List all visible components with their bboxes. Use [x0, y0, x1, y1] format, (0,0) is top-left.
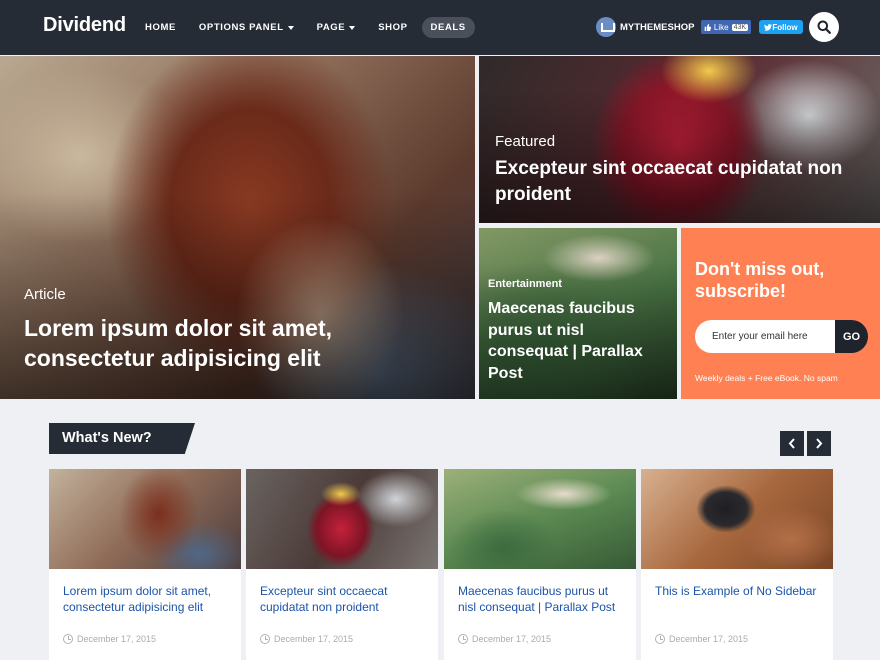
post-date-label: December 17, 2015	[274, 634, 354, 644]
nav-home-label: HOME	[145, 22, 176, 33]
hero-entertainment-text: Entertainment Maecenas faucibus purus ut…	[488, 278, 668, 384]
post-thumbnail[interactable]	[49, 469, 241, 569]
facebook-like-count: 43K	[731, 23, 749, 31]
mythemeshop-link[interactable]: MYTHEMESHOP	[596, 17, 694, 37]
post-card[interactable]: Maecenas faucibus purus ut nisl consequa…	[444, 469, 636, 660]
clock-icon	[458, 634, 468, 644]
main-nav: HOME OPTIONS PANEL PAGE SHOP DEALS	[136, 17, 480, 38]
post-thumbnail[interactable]	[641, 469, 833, 569]
subscribe-widget: Don't miss out, subscribe! Enter your em…	[681, 228, 880, 399]
hero-main-category[interactable]: Article	[24, 286, 354, 303]
caret-down-icon	[287, 25, 294, 30]
subscribe-title: Don't miss out, subscribe!	[695, 259, 825, 301]
site-logo[interactable]: Dividend	[43, 14, 126, 37]
chevron-right-icon	[816, 438, 823, 449]
carousel-prev-button[interactable]	[780, 431, 804, 456]
twitter-bird-icon	[764, 23, 773, 31]
post-title[interactable]: Excepteur sint occaecat cupidatat non pr…	[260, 583, 430, 615]
hero-main-text: Article Lorem ipsum dolor sit amet, cons…	[24, 286, 354, 373]
nav-options-panel-label: OPTIONS PANEL	[198, 22, 284, 33]
post-date: December 17, 2015	[260, 634, 353, 644]
nav-home[interactable]: HOME	[136, 17, 185, 38]
nav-shop-label: SHOP	[378, 22, 408, 33]
nav-page[interactable]: PAGE	[308, 17, 365, 38]
clock-icon	[260, 634, 270, 644]
nav-page-label: PAGE	[316, 22, 346, 33]
post-title[interactable]: This is Example of No Sidebar	[655, 583, 825, 599]
chevron-left-icon	[788, 438, 795, 449]
subscribe-note: Weekly deals + Free eBook. No spam	[695, 373, 838, 383]
clock-icon	[655, 634, 665, 644]
hero-main-article[interactable]: Article Lorem ipsum dolor sit amet, cons…	[0, 56, 475, 399]
nav-deals-label: DEALS	[430, 22, 466, 33]
nav-shop[interactable]: SHOP	[369, 17, 416, 38]
nav-options-panel[interactable]: OPTIONS PANEL	[190, 17, 303, 38]
subscribe-go-button[interactable]: GO	[835, 320, 868, 353]
twitter-follow-label: Follow	[772, 22, 798, 32]
hero-featured-article[interactable]: Featured Excepteur sint occaecat cupidat…	[479, 56, 880, 223]
post-date-label: December 17, 2015	[669, 634, 749, 644]
post-thumbnail[interactable]	[444, 469, 636, 569]
post-title[interactable]: Maecenas faucibus purus ut nisl consequa…	[458, 583, 628, 615]
hero-entertainment-article[interactable]: Entertainment Maecenas faucibus purus ut…	[479, 228, 677, 399]
caret-down-icon	[349, 25, 356, 30]
hero-entertainment-title[interactable]: Maecenas faucibus purus ut nisl consequa…	[488, 298, 668, 384]
nav-deals[interactable]: DEALS	[421, 17, 475, 38]
thumbs-up-icon	[704, 23, 711, 31]
post-date: December 17, 2015	[63, 634, 156, 644]
post-date-label: December 17, 2015	[472, 634, 552, 644]
post-title[interactable]: Lorem ipsum dolor sit amet, consectetur …	[63, 583, 233, 615]
facebook-like-label: Like	[713, 22, 729, 32]
post-card[interactable]: This is Example of No Sidebar December 1…	[641, 469, 833, 660]
twitter-follow-button[interactable]: Follow	[759, 20, 803, 34]
hero-featured-title[interactable]: Excepteur sint occaecat cupidatat non pr…	[495, 156, 870, 208]
hero-featured-category[interactable]: Featured	[495, 133, 870, 150]
carousel-next-button[interactable]	[807, 431, 831, 456]
post-card[interactable]: Lorem ipsum dolor sit amet, consectetur …	[49, 469, 241, 660]
whats-new-heading: What's New?	[49, 423, 195, 454]
post-card[interactable]: Excepteur sint occaecat cupidatat non pr…	[246, 469, 438, 660]
hero-entertainment-category[interactable]: Entertainment	[488, 278, 668, 290]
search-icon	[817, 20, 831, 34]
email-input[interactable]: Enter your email here	[695, 320, 835, 353]
post-thumbnail[interactable]	[246, 469, 438, 569]
clock-icon	[63, 634, 73, 644]
hero-featured-text: Featured Excepteur sint occaecat cupidat…	[495, 133, 870, 208]
top-navigation-bar: Dividend HOME OPTIONS PANEL PAGE SHOP DE…	[0, 0, 880, 55]
brand-label: MYTHEMESHOP	[620, 21, 695, 33]
post-date: December 17, 2015	[458, 634, 551, 644]
search-button[interactable]	[809, 12, 839, 42]
shopping-cart-icon	[596, 17, 616, 37]
whats-new-title: What's New?	[62, 430, 152, 446]
post-date: December 17, 2015	[655, 634, 748, 644]
hero-main-title[interactable]: Lorem ipsum dolor sit amet, consectetur …	[24, 313, 354, 373]
facebook-like-button[interactable]: Like 43K	[701, 20, 751, 34]
post-date-label: December 17, 2015	[77, 634, 157, 644]
